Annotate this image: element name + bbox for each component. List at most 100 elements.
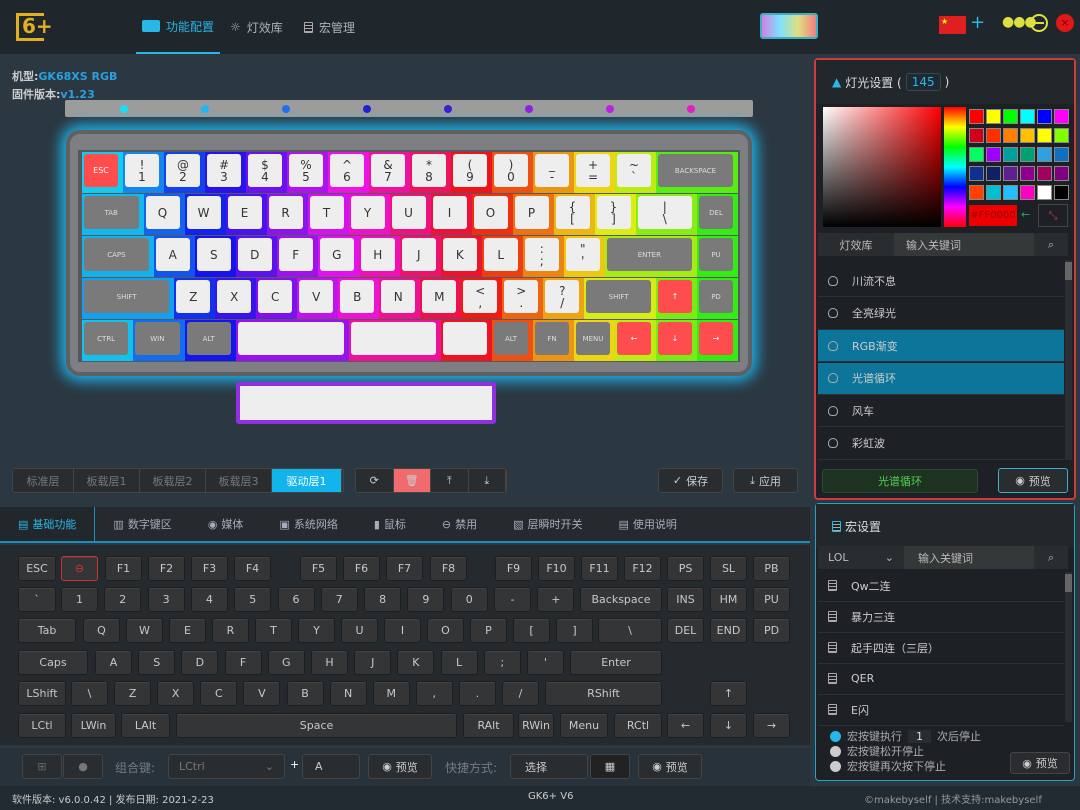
preview-key[interactable]: ← bbox=[615, 320, 656, 361]
color-swatch[interactable] bbox=[1003, 147, 1018, 162]
virtual-key[interactable]: 5 bbox=[234, 587, 272, 612]
modifier-select[interactable]: LCtrl ⌄ bbox=[168, 754, 285, 779]
macro-mode-option[interactable]: 宏按键执行 1 次后停止 bbox=[830, 728, 981, 744]
color-swatch[interactable] bbox=[986, 147, 1001, 162]
virtual-key[interactable]: I bbox=[384, 618, 421, 643]
preview-key[interactable]: ) 0 bbox=[492, 152, 533, 193]
virtual-key[interactable]: RShift bbox=[545, 681, 662, 706]
virtual-key[interactable]: F12 bbox=[624, 556, 661, 581]
virtual-key[interactable]: A bbox=[95, 650, 132, 675]
color-swatch[interactable] bbox=[1003, 185, 1018, 200]
preview-key[interactable]: E bbox=[225, 194, 267, 235]
hex-input[interactable]: #FF0000 bbox=[969, 205, 1017, 226]
preview-key[interactable]: #3 bbox=[205, 152, 246, 193]
preview-key[interactable] bbox=[440, 320, 492, 361]
preview-key[interactable]: M bbox=[420, 278, 462, 319]
preview-key[interactable]: {[ bbox=[553, 194, 595, 235]
preview-key[interactable]: H bbox=[358, 236, 400, 277]
virtual-key[interactable]: ↓ bbox=[710, 713, 747, 738]
virtual-key[interactable]: L bbox=[440, 650, 478, 675]
preview-key[interactable]: Q bbox=[143, 194, 185, 235]
virtual-key[interactable]: 8 bbox=[364, 587, 402, 612]
preview-key[interactable]: DEL bbox=[697, 194, 738, 235]
shortcut-select[interactable]: 选择 bbox=[510, 754, 588, 779]
macro-scrollbar[interactable] bbox=[1065, 572, 1072, 722]
radio-button[interactable] bbox=[830, 760, 841, 772]
macro-search-input[interactable]: 输入关键词 bbox=[904, 546, 1034, 569]
color-swatch[interactable] bbox=[1037, 166, 1052, 181]
preview-key[interactable]: Y bbox=[348, 194, 390, 235]
color-swatch[interactable] bbox=[1054, 109, 1069, 124]
virtual-key[interactable]: U bbox=[341, 618, 378, 643]
preview-key[interactable]: U bbox=[389, 194, 431, 235]
preview-key[interactable]: ! 1 bbox=[123, 152, 164, 193]
preview-key[interactable]: B bbox=[338, 278, 380, 319]
color-swatch[interactable] bbox=[986, 166, 1001, 181]
virtual-key[interactable]: 4 bbox=[190, 587, 228, 612]
color-swatch[interactable] bbox=[986, 128, 1001, 143]
preview-key[interactable]: K bbox=[440, 236, 482, 277]
function-tab[interactable]: ▥ 数字键区 bbox=[95, 507, 189, 541]
preview-key[interactable]: BACKSPACE bbox=[656, 152, 738, 193]
preview-key[interactable]: S bbox=[194, 236, 236, 277]
apply-button[interactable]: ⤓ 应用 bbox=[733, 468, 798, 493]
virtual-key[interactable]: F11 bbox=[581, 556, 618, 581]
tab-light-library[interactable]: ☼ 灯效库 bbox=[230, 0, 283, 54]
virtual-key[interactable]: , bbox=[415, 681, 453, 706]
shortcut-preview-button[interactable]: ◉ 预览 bbox=[638, 754, 702, 779]
virtual-key[interactable]: O bbox=[427, 618, 464, 643]
color-swatch[interactable] bbox=[1037, 109, 1052, 124]
virtual-key[interactable]: F2 bbox=[148, 556, 185, 581]
effect-list-item[interactable]: 光谱循环 bbox=[818, 362, 1064, 395]
preview-key[interactable]: G bbox=[317, 236, 359, 277]
preview-key[interactable]: FN bbox=[533, 320, 574, 361]
color-swatch[interactable] bbox=[1037, 185, 1052, 200]
virtual-key[interactable]: F10 bbox=[538, 556, 575, 581]
virtual-key[interactable]: [ bbox=[513, 618, 550, 643]
macro-list-item[interactable]: 起手四连（三层） bbox=[818, 632, 1064, 664]
virtual-key[interactable]: F7 bbox=[386, 556, 423, 581]
virtual-key[interactable]: RCtl bbox=[614, 713, 662, 738]
preview-key[interactable]: → bbox=[697, 320, 738, 361]
color-swatch[interactable] bbox=[1020, 128, 1035, 143]
preview-key[interactable]: ESC bbox=[82, 152, 123, 193]
virtual-key[interactable]: ; bbox=[483, 650, 521, 675]
virtual-key[interactable]: 2 bbox=[104, 587, 142, 612]
preview-key[interactable]: O bbox=[471, 194, 513, 235]
virtual-key[interactable]: B bbox=[286, 681, 324, 706]
function-tab[interactable]: ▤ 使用说明 bbox=[601, 507, 695, 541]
preview-key[interactable]: V bbox=[297, 278, 339, 319]
virtual-key[interactable]: LWin bbox=[71, 713, 116, 738]
virtual-key[interactable]: F4 bbox=[234, 556, 271, 581]
preview-key[interactable]: _ - bbox=[533, 152, 574, 193]
color-swatch[interactable] bbox=[1020, 185, 1035, 200]
preview-key[interactable]: <, bbox=[461, 278, 503, 319]
preview-key[interactable]: TAB bbox=[82, 194, 144, 235]
effect-list-item[interactable]: RGB渐变 bbox=[818, 330, 1064, 362]
search-icon[interactable]: ⌕ bbox=[1034, 546, 1068, 569]
virtual-key[interactable]: → bbox=[753, 713, 790, 738]
macro-mode-option[interactable]: 宏按键再次按下停止 bbox=[830, 758, 946, 774]
virtual-key[interactable]: INS bbox=[667, 587, 704, 612]
virtual-key[interactable]: LCtl bbox=[18, 713, 66, 738]
preview-key[interactable]: W bbox=[184, 194, 226, 235]
function-tab[interactable]: ▣ 系统网络 bbox=[261, 507, 355, 541]
radio-button[interactable] bbox=[830, 730, 841, 742]
virtual-key[interactable]: / bbox=[502, 681, 539, 706]
virtual-key[interactable]: T bbox=[255, 618, 292, 643]
virtual-key[interactable]: E bbox=[169, 618, 206, 643]
preview-key[interactable]: P bbox=[512, 194, 554, 235]
upload-button[interactable]: ⤒ bbox=[431, 469, 469, 492]
preview-key[interactable]: ALT bbox=[184, 320, 236, 361]
preview-key[interactable]: CAPS bbox=[82, 236, 154, 277]
color-swatch[interactable] bbox=[1037, 147, 1052, 162]
hue-slider[interactable] bbox=[944, 107, 966, 227]
virtual-key[interactable]: 3 bbox=[147, 587, 185, 612]
virtual-key[interactable]: F8 bbox=[430, 556, 467, 581]
virtual-key[interactable]: M bbox=[372, 681, 410, 706]
virtual-key[interactable]: P bbox=[470, 618, 507, 643]
virtual-key[interactable]: SL bbox=[710, 556, 747, 581]
function-tab[interactable]: ▤ 基础功能 bbox=[0, 507, 96, 541]
color-swatch[interactable] bbox=[969, 166, 984, 181]
color-swatch[interactable] bbox=[1054, 147, 1069, 162]
